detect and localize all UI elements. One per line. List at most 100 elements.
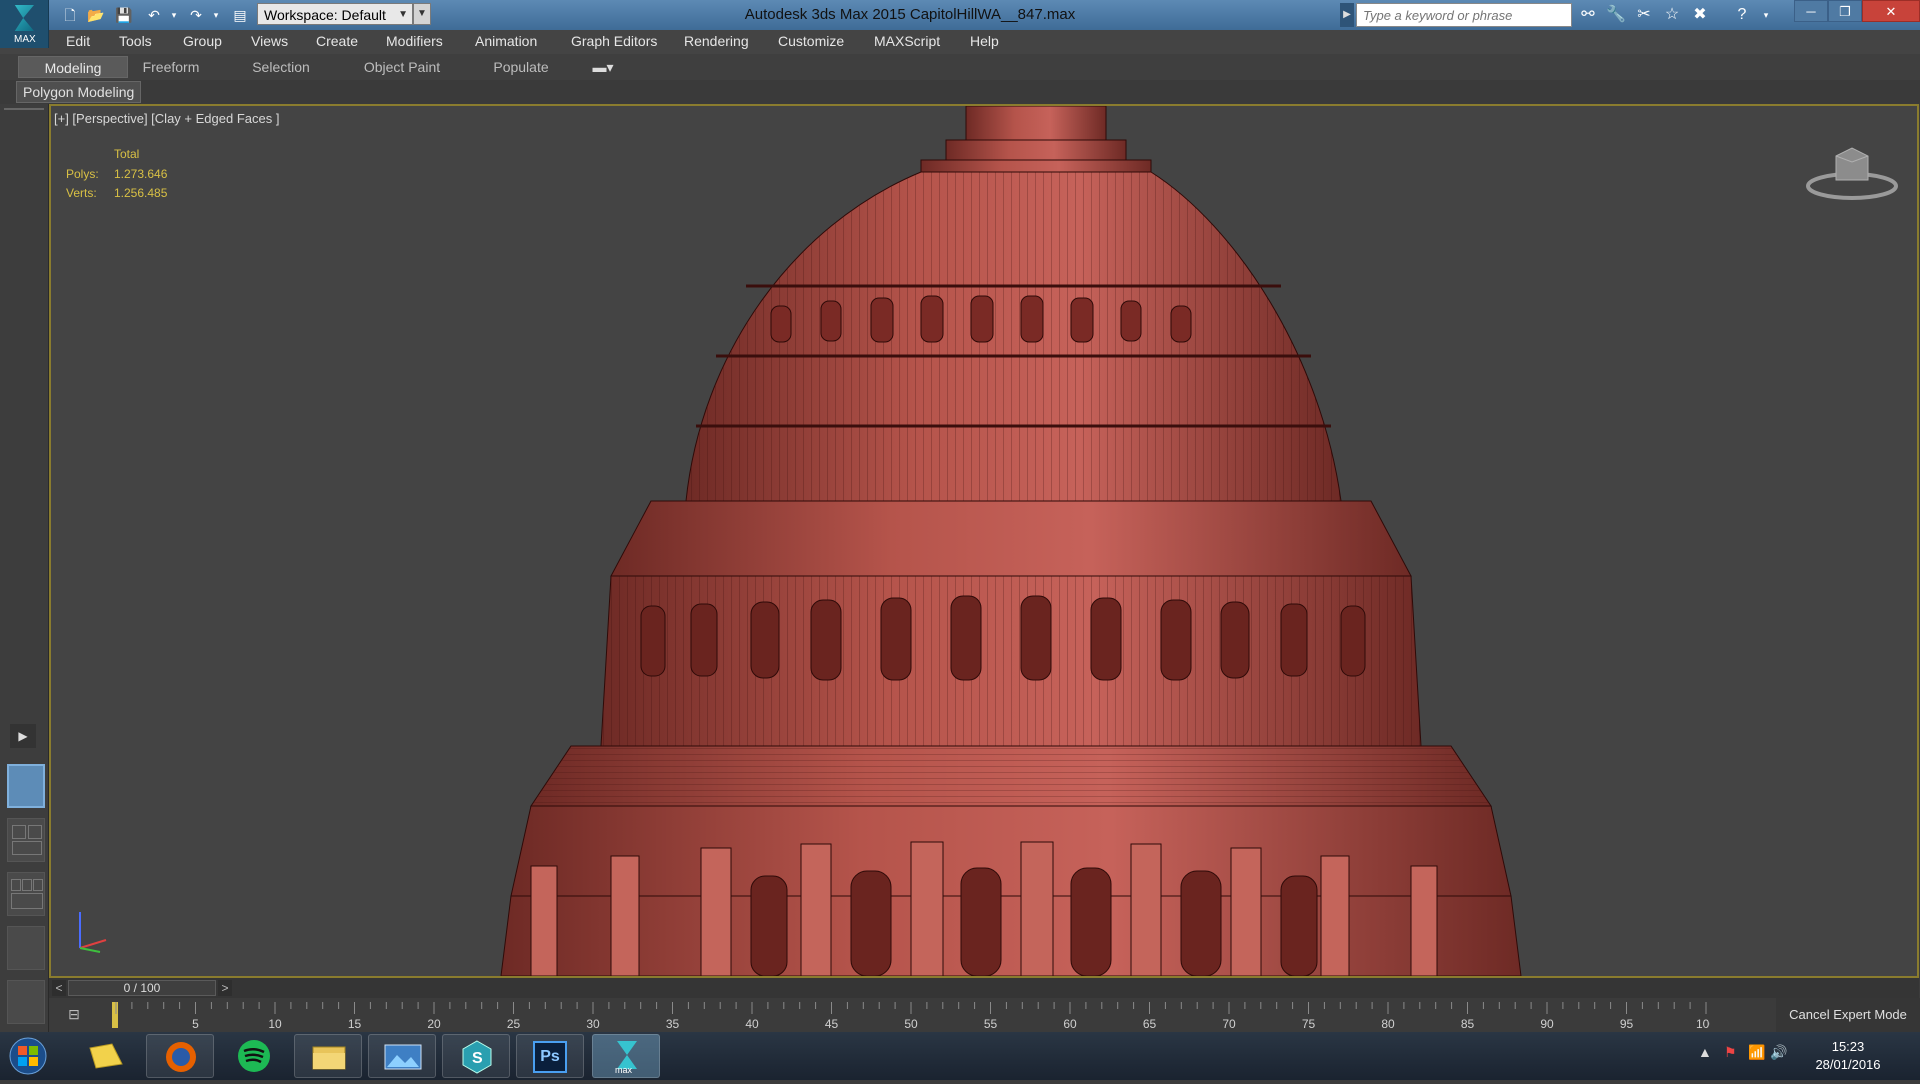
menu-group[interactable]: Group	[183, 33, 222, 49]
time-slider-thumb[interactable]: 0 / 100	[68, 980, 216, 996]
taskbar-file-explorer[interactable]	[294, 1034, 362, 1078]
taskbar	[0, 1032, 1920, 1080]
ruler-label: 10	[268, 1017, 282, 1031]
volume-icon[interactable]: 🔊	[1770, 1044, 1787, 1061]
menu-edit[interactable]: Edit	[66, 33, 90, 49]
restore-button[interactable]: ❐	[1828, 0, 1862, 22]
menu-rendering[interactable]: Rendering	[684, 33, 749, 49]
frame-ruler[interactable]: 5 10 15 20 25 30 35 40 45 50 55 60 65 70 75 80 85 90 95 100	[112, 998, 1710, 1032]
save-icon[interactable]: 💾	[114, 5, 134, 25]
viewcube-icon[interactable]	[1806, 146, 1898, 202]
exchange-icon[interactable]: ✂	[1632, 4, 1656, 26]
ruler-label: 25	[507, 1017, 521, 1031]
ruler-label: 50	[904, 1017, 918, 1031]
perspective-viewport[interactable]	[49, 104, 1919, 978]
new-file-icon[interactable]: 🗋	[60, 5, 80, 25]
ruler-label: 55	[984, 1017, 998, 1031]
tab-selection[interactable]: Selection	[240, 56, 322, 78]
redo-icon[interactable]: ↷	[186, 5, 206, 25]
menu-help[interactable]: Help	[970, 33, 999, 49]
action-center-flag-icon[interactable]: ⚑	[1724, 1044, 1737, 1061]
stats-polys-value: 1.273.646	[114, 167, 168, 181]
layout-three-button[interactable]	[7, 872, 45, 916]
ruler-label: 20	[427, 1017, 441, 1031]
menu-graph-editors[interactable]: Graph Editors	[571, 33, 657, 49]
menu-views[interactable]: Views	[251, 33, 288, 49]
wrench-icon[interactable]: 🔧	[1604, 4, 1628, 26]
ruler-label: 100	[1696, 1017, 1710, 1031]
toolbar-grip	[4, 108, 44, 110]
layout-four-button[interactable]	[7, 926, 45, 970]
taskbar-firefox[interactable]	[146, 1034, 214, 1078]
start-button[interactable]	[6, 1036, 50, 1076]
autodesk-icon[interactable]: ✖	[1688, 4, 1712, 26]
ruler-label: 30	[586, 1017, 600, 1031]
ribbon-panel	[0, 80, 1920, 104]
search-input[interactable]	[1356, 3, 1572, 27]
taskbar-sketchbook[interactable]: S	[442, 1034, 510, 1078]
ruler-label: 65	[1143, 1017, 1157, 1031]
workspace-dropdown[interactable]: Workspace: Default ▼	[257, 3, 413, 25]
redo-dropdown-icon[interactable]: ▾	[206, 5, 226, 25]
quick-access-customize-button[interactable]: ▼	[413, 3, 431, 25]
undo-icon[interactable]: ↶	[144, 5, 164, 25]
layout-five-button[interactable]	[7, 980, 45, 1024]
ruler-label: 90	[1540, 1017, 1554, 1031]
stats-total-header: Total	[114, 147, 140, 161]
ruler-label: 60	[1063, 1017, 1077, 1031]
ruler-label: 80	[1381, 1017, 1395, 1031]
3dsmax-logo-icon	[14, 5, 34, 31]
window-title: Autodesk 3ds Max 2015 CapitolHillWA__847…	[744, 6, 1076, 23]
stats-polys-label: Polys:	[66, 167, 99, 181]
capitol-dome-model	[500, 106, 1522, 976]
taskbar-photoshop[interactable]: Ps	[516, 1034, 584, 1078]
ruler-label: 75	[1302, 1017, 1316, 1031]
taskbar-3dsmax[interactable]: max	[592, 1034, 660, 1078]
time-slider-track[interactable]	[49, 978, 1919, 998]
menu-customize[interactable]: Customize	[778, 33, 844, 49]
curve-editor-icon[interactable]: ⊟	[62, 1006, 86, 1024]
close-button[interactable]: ✕	[1862, 0, 1920, 22]
show-hidden-icons-icon[interactable]: ▲	[1698, 1044, 1712, 1060]
ruler-label: 5	[192, 1017, 199, 1031]
taskbar-photo-viewer[interactable]	[368, 1034, 436, 1078]
binoculars-icon[interactable]: ⚯	[1576, 4, 1600, 26]
axis-tripod-icon	[74, 904, 114, 954]
time-slider-prev-button[interactable]: <	[52, 980, 66, 996]
tab-freeform[interactable]: Freeform	[130, 56, 212, 78]
layout-single-button[interactable]	[7, 764, 45, 808]
open-folder-icon[interactable]: 📂	[86, 5, 106, 25]
layout-two-button[interactable]	[7, 818, 45, 862]
ribbon-options-icon[interactable]: ▬▾	[586, 56, 620, 78]
expand-layout-icon[interactable]: ▶	[10, 724, 36, 748]
tab-modeling[interactable]: Modeling	[18, 56, 128, 78]
system-tray: ▲ ⚑ 📶 🔊	[1688, 1040, 1788, 1070]
search-expand-button[interactable]: ▶	[1340, 3, 1354, 27]
undo-dropdown-icon[interactable]: ▾	[164, 5, 184, 25]
viewport-label-menu[interactable]: [+] [Perspective] [Clay + Edged Faces ]	[54, 111, 279, 126]
menu-tools[interactable]: Tools	[119, 33, 152, 49]
tab-object-paint[interactable]: Object Paint	[354, 56, 450, 78]
menu-maxscript[interactable]: MAXScript	[874, 33, 940, 49]
taskbar-windows-explorer[interactable]	[72, 1034, 140, 1078]
menu-modifiers[interactable]: Modifiers	[386, 33, 443, 49]
ruler-label: 85	[1461, 1017, 1475, 1031]
network-signal-icon[interactable]: 📶	[1748, 1044, 1765, 1061]
project-folder-icon[interactable]: ▤	[230, 5, 250, 25]
system-clock[interactable]: 15:23 28/01/2016	[1800, 1038, 1896, 1074]
help-icon[interactable]: ?	[1730, 4, 1754, 26]
star-icon[interactable]: ☆	[1660, 4, 1684, 26]
menu-animation[interactable]: Animation	[475, 33, 537, 49]
taskbar-spotify[interactable]	[220, 1034, 288, 1078]
minimize-button[interactable]: ─	[1794, 0, 1828, 22]
menu-create[interactable]: Create	[316, 33, 358, 49]
cancel-expert-mode-button[interactable]: Cancel Expert Mode	[1776, 998, 1920, 1032]
help-dropdown-icon[interactable]: ▾	[1754, 4, 1778, 26]
app-menu-button[interactable]: MAX	[0, 0, 49, 48]
time-slider-next-button[interactable]: >	[218, 980, 232, 996]
photoshop-icon: Ps	[533, 1041, 567, 1073]
polygon-modeling-panel[interactable]: Polygon Modeling	[16, 81, 142, 103]
tab-populate[interactable]: Populate	[478, 56, 564, 78]
clock-time: 15:23	[1831, 1039, 1865, 1054]
svg-text:S: S	[472, 1050, 483, 1067]
